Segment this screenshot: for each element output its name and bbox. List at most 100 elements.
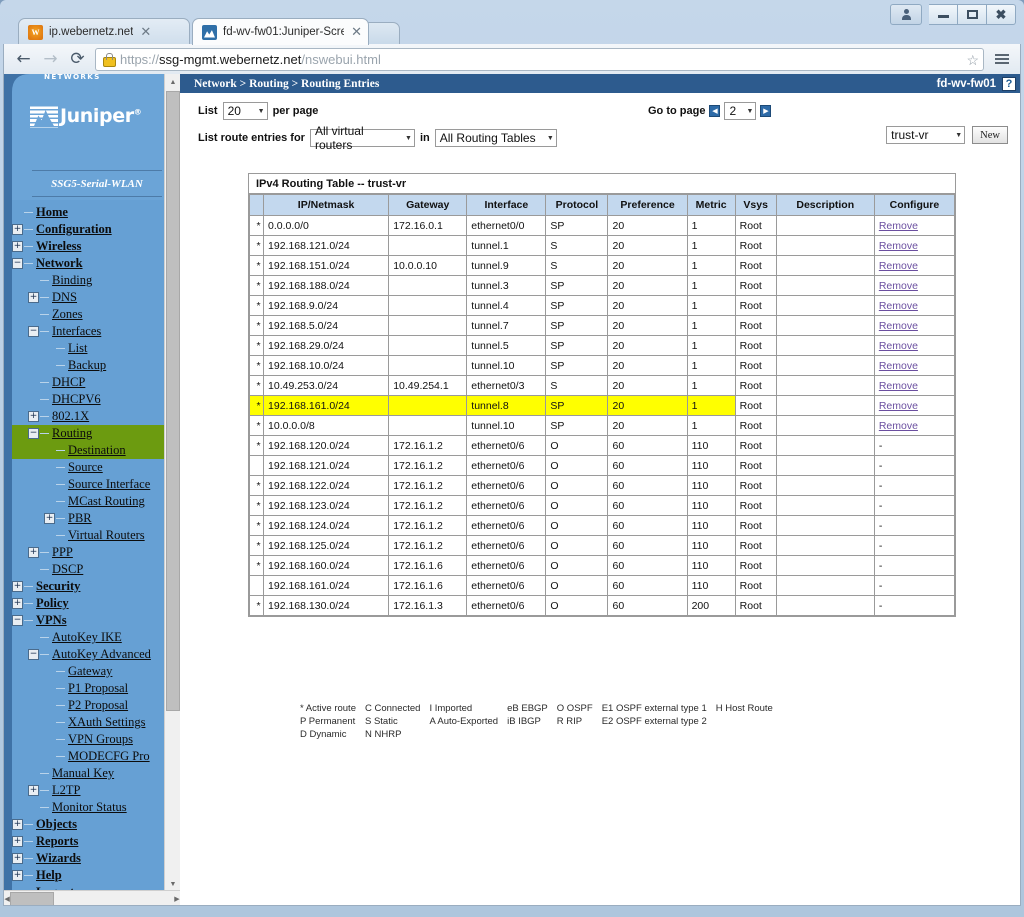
sidebar-item-source-interface[interactable]: Source Interface (12, 476, 164, 493)
sidebar-item-routing[interactable]: − Routing (12, 425, 164, 442)
sidebar-item-help[interactable]: + Help (12, 867, 164, 884)
sidebar-item-binding[interactable]: Binding (12, 272, 164, 289)
hscroll-thumb[interactable] (10, 891, 54, 905)
remove-route-link[interactable]: Remove (879, 340, 918, 352)
collapse-icon[interactable]: − (12, 258, 23, 269)
sidebar-item-dns[interactable]: + DNS (12, 289, 164, 306)
sidebar-item-dhcp[interactable]: DHCP (12, 374, 164, 391)
sidebar-item-list[interactable]: List (12, 340, 164, 357)
remove-route-link[interactable]: Remove (879, 380, 918, 392)
remove-route-link[interactable]: Remove (879, 240, 918, 252)
sidebar-item-modecfg-pro[interactable]: MODECFG Pro (12, 748, 164, 765)
expand-icon[interactable]: + (44, 513, 55, 524)
menu-icon[interactable] (990, 54, 1014, 64)
prev-page-button[interactable]: ◀ (709, 105, 721, 117)
expand-icon[interactable]: + (12, 870, 23, 881)
sidebar-item-backup[interactable]: Backup (12, 357, 164, 374)
remove-route-link[interactable]: Remove (879, 360, 918, 372)
collapse-icon[interactable]: − (28, 428, 39, 439)
sidebar-item-autokey-ike[interactable]: AutoKey IKE (12, 629, 164, 646)
cell-iface: tunnel.5 (466, 335, 547, 356)
remove-route-link[interactable]: Remove (879, 320, 918, 332)
sidebar-item-monitor-status[interactable]: Monitor Status (12, 799, 164, 816)
sidebar-item-vpns[interactable]: − VPNs (12, 612, 164, 629)
sidebar-item-home[interactable]: Home (12, 204, 164, 221)
remove-route-link[interactable]: Remove (879, 280, 918, 292)
sidebar-item-vpn-groups[interactable]: VPN Groups (12, 731, 164, 748)
tab-close-icon[interactable]: ✕ (140, 24, 151, 40)
remove-route-link[interactable]: Remove (879, 420, 918, 432)
sidebar-item-dhcpv6[interactable]: DHCPV6 (12, 391, 164, 408)
sidebar-item-gateway[interactable]: Gateway (12, 663, 164, 680)
sidebar-item-policy[interactable]: + Policy (12, 595, 164, 612)
expand-icon[interactable]: + (28, 785, 39, 796)
per-page-value: 20 (227, 104, 241, 118)
expand-icon[interactable]: + (12, 853, 23, 864)
expand-icon[interactable]: + (12, 819, 23, 830)
expand-icon[interactable]: + (12, 224, 23, 235)
sidebar-item-l2tp[interactable]: + L2TP (12, 782, 164, 799)
reload-button[interactable]: ⟳ (64, 47, 91, 71)
sidebar-item-dscp[interactable]: DSCP (12, 561, 164, 578)
back-button[interactable]: ← (10, 47, 37, 71)
virtual-router-select[interactable]: All virtual routers ▼ (309, 124, 415, 152)
sidebar-item-security[interactable]: + Security (12, 578, 164, 595)
legend-entry: R RIP (556, 716, 583, 727)
per-page-select[interactable]: 20 ▼ (222, 102, 268, 120)
sidebar-item-pbr[interactable]: + PBR (12, 510, 164, 527)
scroll-thumb[interactable] (166, 91, 180, 711)
sidebar-item-ppp[interactable]: + PPP (12, 544, 164, 561)
remove-route-link[interactable]: Remove (879, 220, 918, 232)
per-page-control-row: List 20 ▼ per page (198, 102, 318, 120)
bookmark-star-icon[interactable]: ☆ (966, 52, 979, 69)
sidebar-item-network[interactable]: − Network (12, 255, 164, 272)
scroll-up-icon[interactable]: ▲ (165, 74, 180, 90)
expand-icon[interactable]: + (12, 581, 23, 592)
sidebar-item-source[interactable]: Source (12, 459, 164, 476)
sidebar-item-xauth-settings[interactable]: XAuth Settings (12, 714, 164, 731)
expand-icon[interactable]: + (12, 598, 23, 609)
tree-elbow (56, 501, 65, 502)
url-scheme: https:// (120, 51, 160, 67)
sidebar-item-interfaces[interactable]: − Interfaces (12, 323, 164, 340)
nav-vertical-scrollbar[interactable]: ▲ ▼ (164, 74, 180, 892)
help-button[interactable]: ? (1002, 76, 1016, 91)
sidebar-item-reports[interactable]: + Reports (12, 833, 164, 850)
vr-select[interactable]: trust-vr ▼ (886, 126, 966, 144)
sidebar-item-objects[interactable]: + Objects (12, 816, 164, 833)
tab-ip-webernetz[interactable]: W ip.webernetz.net ✕ (18, 18, 190, 45)
next-page-button[interactable]: ▶ (760, 105, 772, 117)
sidebar-item-virtual-routers[interactable]: Virtual Routers (12, 527, 164, 544)
nav-horizontal-scrollbar[interactable]: ◀ ▶ (4, 890, 180, 905)
collapse-icon[interactable]: − (28, 649, 39, 660)
collapse-icon[interactable]: − (28, 326, 39, 337)
tab-juniper-screenos[interactable]: fd-wv-fw01:Juniper-Scree ✕ (192, 18, 369, 45)
sidebar-item-configuration[interactable]: + Configuration (12, 221, 164, 238)
tab-close-icon[interactable]: ✕ (351, 24, 362, 40)
forward-button[interactable]: → (37, 47, 64, 71)
cell-vsys: Root (734, 595, 777, 616)
expand-icon[interactable]: + (28, 292, 39, 303)
expand-icon[interactable]: + (12, 241, 23, 252)
sidebar-item-destination[interactable]: Destination (12, 442, 164, 459)
expand-icon[interactable]: + (28, 547, 39, 558)
sidebar-item-wizards[interactable]: + Wizards (12, 850, 164, 867)
remove-route-link[interactable]: Remove (879, 400, 918, 412)
sidebar-item-zones[interactable]: Zones (12, 306, 164, 323)
sidebar-item-802-1x[interactable]: +802.1X (12, 408, 164, 425)
new-route-button[interactable]: New (972, 126, 1008, 144)
sidebar-item-p2-proposal[interactable]: P2 Proposal (12, 697, 164, 714)
sidebar-item-p1-proposal[interactable]: P1 Proposal (12, 680, 164, 697)
sidebar-item-autokey-advanced[interactable]: − AutoKey Advanced (12, 646, 164, 663)
routing-table-select[interactable]: All Routing Tables ▼ (434, 129, 557, 147)
sidebar-item-manual-key[interactable]: Manual Key (12, 765, 164, 782)
expand-icon[interactable]: + (12, 836, 23, 847)
page-number-select[interactable]: 2 ▼ (724, 102, 757, 120)
collapse-icon[interactable]: − (12, 615, 23, 626)
remove-route-link[interactable]: Remove (879, 300, 918, 312)
address-bar[interactable]: https://ssg-mgmt.webernetz.net/nswebui.h… (95, 47, 984, 71)
sidebar-item-wireless[interactable]: + Wireless (12, 238, 164, 255)
remove-route-link[interactable]: Remove (879, 260, 918, 272)
expand-icon[interactable]: + (28, 411, 39, 422)
sidebar-item-mcast-routing[interactable]: MCast Routing (12, 493, 164, 510)
